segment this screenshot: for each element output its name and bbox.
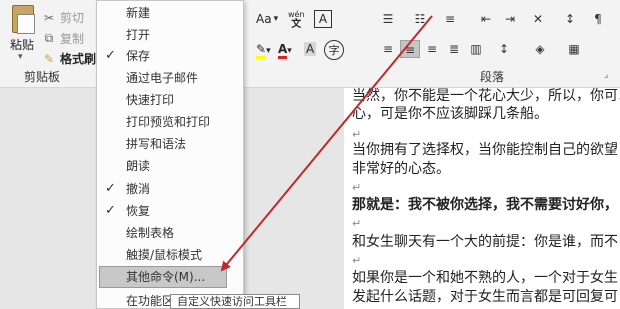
doc-paragraph: 非常好的心态。 — [352, 161, 450, 177]
doc-paragraph: 心，可是你不应该脚踩几条船。 — [352, 106, 548, 122]
document-page[interactable]: 当然，你不能是一个花心大少，所以，你可以 心，可是你不应该脚踩几条船。 ↵ 当你… — [344, 88, 620, 309]
checkmark-icon: ✓ — [105, 48, 116, 63]
menu-item-touch-mode[interactable]: 触摸/鼠标模式 — [97, 244, 243, 266]
font-group: Aa ▾ wén 文 A ✎ ▾ A ▾ A 字 — [244, 0, 372, 88]
cut-button[interactable]: ✂ 剪切 — [42, 9, 84, 26]
menu-item-undo[interactable]: ✓ 撤消 — [97, 178, 243, 200]
doc-paragraph: 当你拥有了选择权，当你能控制自己的欲望 — [352, 142, 618, 158]
justify-icon[interactable]: ≣ — [444, 40, 464, 58]
menu-item-draw-table[interactable]: 绘制表格 — [97, 222, 243, 244]
paragraph-mark-icon: ↵ — [352, 254, 362, 267]
doc-paragraph: 和女生聊天有一个大的前提：你是谁，而不 — [352, 234, 618, 250]
enclose-characters-icon[interactable]: 字 — [324, 40, 344, 60]
doc-paragraph: 如果你是一个和她不熟的人，一个对于女生 — [352, 270, 618, 286]
align-right-icon[interactable]: ≡ — [422, 40, 442, 58]
brush-icon: ✎ — [43, 51, 55, 66]
character-border-icon[interactable]: A — [314, 10, 332, 28]
menu-item-redo[interactable]: ✓ 恢复 — [97, 200, 243, 222]
show-marks-icon[interactable]: ¶ — [588, 10, 608, 28]
copy-icon: ⧉ — [44, 31, 54, 45]
menu-item-read-aloud[interactable]: 朗读 — [97, 155, 243, 177]
doc-paragraph: 当然，你不能是一个花心大少，所以，你可以 — [352, 88, 620, 104]
format-painter-label: 格式刷 — [60, 52, 97, 66]
menu-item-more-commands[interactable]: 其他命令(M)... — [99, 266, 227, 288]
clipboard-group: 粘贴 ▾ ✂ 剪切 ⧉ 复制 ✎ 格式刷 剪贴板 — [0, 0, 96, 88]
change-case-button[interactable]: Aa ▾ — [256, 12, 278, 26]
paragraph-mark-icon: ↵ — [352, 181, 362, 194]
paste-button[interactable]: 粘贴 — [10, 36, 34, 53]
menu-item-new[interactable]: 新建 — [97, 2, 243, 24]
borders-icon[interactable]: ▦ — [564, 40, 584, 58]
paragraph-group: ☰ ☷ ≡ ⇤ ⇥ ✕ ↕ ¶ ≡ ≡ ≡ ≣ ▥ ↕ ◈ ▦ 段落 ⌟ — [374, 0, 620, 88]
phonetic-guide-button[interactable]: wén 文 — [288, 10, 305, 30]
cut-label: 剪切 — [60, 11, 85, 25]
paragraph-group-label: 段落 — [480, 70, 505, 84]
bullets-icon[interactable]: ☰ — [378, 10, 398, 28]
checkmark-icon: ✓ — [105, 203, 116, 218]
paragraph-dialog-launcher-icon[interactable]: ⌟ — [604, 70, 608, 80]
increase-indent-icon[interactable]: ⇥ — [500, 10, 520, 28]
align-left-icon[interactable]: ≡ — [378, 40, 398, 58]
format-painter-button[interactable]: ✎ 格式刷 — [42, 50, 96, 67]
paste-dropdown-icon[interactable]: ▾ — [18, 52, 23, 62]
doc-paragraph: 发起什么话题，对于女生而言都是可回复可 — [352, 289, 618, 305]
paragraph-mark-icon: ↵ — [352, 217, 362, 230]
menu-item-spelling[interactable]: 拼写和语法 — [97, 133, 243, 155]
ribbon: 粘贴 ▾ ✂ 剪切 ⧉ 复制 ✎ 格式刷 剪贴板 Aa ▾ wén 文 A ✎ ▾ … — [0, 0, 620, 88]
chinese-layout-icon[interactable]: ✕ — [528, 10, 548, 28]
font-color-button[interactable]: A ▾ — [278, 42, 292, 59]
scissors-icon: ✂ — [43, 10, 55, 25]
menu-item-open[interactable]: 打开 — [97, 24, 243, 46]
menu-item-print-preview[interactable]: 打印预览和打印 — [97, 111, 243, 133]
align-center-icon[interactable]: ≡ — [400, 40, 420, 58]
shading-icon[interactable]: ◈ — [530, 40, 550, 58]
decrease-indent-icon[interactable]: ⇤ — [476, 10, 496, 28]
quick-access-customize-menu: 新建 打开 ✓ 保存 通过电子邮件 快速打印 打印预览和打印 拼写和语法 朗读 ✓… — [96, 0, 244, 309]
copy-button[interactable]: ⧉ 复制 — [42, 30, 84, 47]
menu-item-save[interactable]: ✓ 保存 — [97, 45, 243, 67]
menu-item-quick-print[interactable]: 快速打印 — [97, 89, 243, 111]
distributed-icon[interactable]: ▥ — [466, 40, 486, 58]
highlight-color-button[interactable]: ✎ ▾ — [256, 42, 271, 59]
sort-icon[interactable]: ↕ — [560, 10, 580, 28]
numbering-icon[interactable]: ☷ — [410, 10, 430, 28]
document-area: 当然，你不能是一个花心大少，所以，你可以 心，可是你不应该脚踩几条船。 ↵ 当你… — [244, 88, 620, 309]
doc-paragraph: 那就是：我不被你选择，我不需要讨好你， — [352, 197, 618, 213]
multilevel-list-icon[interactable]: ≡ — [440, 10, 460, 28]
copy-label: 复制 — [60, 32, 85, 46]
character-shading-icon[interactable]: A — [304, 42, 317, 56]
paste-icon[interactable] — [12, 5, 35, 34]
checkmark-icon: ✓ — [105, 181, 116, 196]
menu-item-email[interactable]: 通过电子邮件 — [97, 67, 243, 89]
font-color-icon: A — [278, 42, 288, 59]
tooltip: 自定义快速访问工具栏 — [170, 294, 300, 309]
highlighter-icon: ✎ — [256, 42, 267, 59]
line-spacing-icon[interactable]: ↕ — [494, 40, 514, 58]
clipboard-group-label: 剪贴板 — [24, 70, 61, 84]
